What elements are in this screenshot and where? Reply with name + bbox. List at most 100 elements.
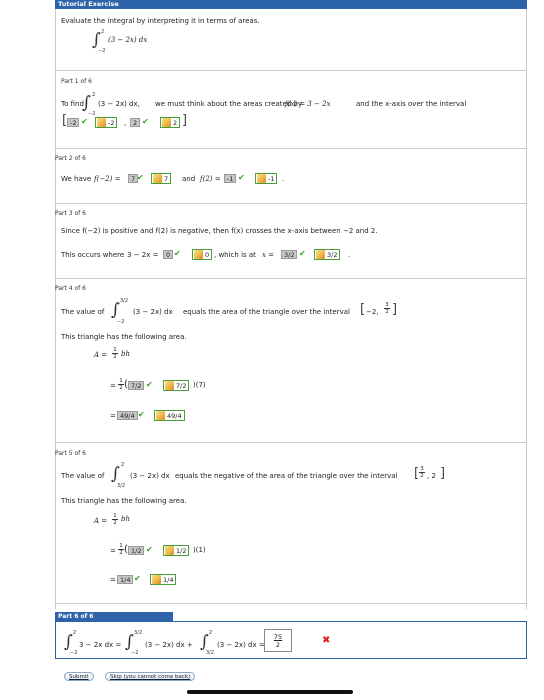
prompt-text: Evaluate the integral by interpreting it…: [61, 17, 260, 25]
fraction-denominator: 2: [385, 309, 389, 315]
part1-input-2[interactable]: 2: [130, 118, 141, 127]
part2-we-have: We have: [61, 175, 92, 183]
prompt-integral-sign: ∫: [92, 30, 101, 50]
part4-answer-2: 49/4: [154, 410, 185, 421]
submit-button[interactable]: Submit: [64, 672, 94, 681]
tutorial-header: Tutorial Exercise: [55, 0, 527, 9]
part4-answer-1: 7/2: [163, 380, 190, 391]
part3-answer-2-text: 3/2: [327, 250, 338, 259]
fraction-denominator: 2: [119, 385, 123, 391]
part5-integrand: (3 − 2x) dx: [130, 472, 170, 480]
prompt-lower-limit: −2: [98, 48, 106, 54]
pencil-icon: [316, 250, 325, 259]
fraction-denominator: 2: [113, 520, 117, 526]
part6-lhs-upper-limit: 2: [73, 630, 77, 636]
part3-occurs: This occurs where: [61, 251, 125, 259]
part1-answer-1-text: -2: [108, 118, 115, 127]
part5-close-bracket: ]: [440, 466, 446, 481]
check-icon: ✔: [174, 249, 181, 258]
part4-input-1[interactable]: 7/2: [128, 381, 145, 390]
skip-button[interactable]: Skip (you cannot come back): [105, 672, 196, 681]
part2-f-2: f(2) =: [200, 175, 221, 183]
equals-sign: =: [110, 412, 116, 420]
part4-the-value: The value of: [61, 308, 105, 316]
part4-integral-sign: ∫: [111, 300, 120, 320]
x-mark-icon: ✖: [322, 635, 331, 646]
part4-equals: equals the area of the triangle over the…: [183, 308, 350, 316]
part2-answer-1: 7: [151, 173, 172, 184]
check-icon: ✔: [146, 380, 153, 389]
fraction-denominator: 2: [420, 473, 424, 479]
part2-f-neg2: f(−2) =: [94, 175, 121, 183]
part4-times: )(7): [193, 381, 206, 389]
comma: ,: [124, 119, 127, 127]
check-icon: ✔: [238, 173, 245, 182]
divider: [55, 203, 527, 204]
part4-area-label: A =: [94, 351, 108, 359]
part5-answer-2-text: 1/4: [163, 575, 174, 584]
equals-sign: =: [110, 547, 116, 555]
check-icon: ✔: [299, 249, 306, 258]
divider: [55, 278, 527, 279]
part3-answer-2: 3/2: [314, 249, 341, 260]
part1-answer-2: 2: [160, 117, 181, 128]
prompt-upper-limit: 2: [101, 29, 105, 35]
part5-input-2[interactable]: 1/4: [117, 575, 134, 584]
part3-input-1[interactable]: 0: [163, 250, 174, 259]
answer-denominator: 2: [275, 640, 281, 649]
part3-answer-1-text: 0: [205, 250, 210, 259]
part2-input-2[interactable]: -1: [224, 174, 237, 183]
part5-area-label: A =: [94, 517, 108, 525]
part5-interval-right: , 2: [427, 472, 436, 480]
part2-answer-1-text: 7: [164, 174, 169, 183]
part4-triangle-text: This triangle has the following area.: [61, 333, 187, 341]
pencil-icon: [152, 575, 161, 584]
part3-expr: 3 − 2x =: [127, 251, 159, 259]
check-icon: ✔: [81, 117, 88, 126]
half-fraction: 12: [112, 347, 118, 360]
pencil-icon: [165, 381, 174, 390]
pencil-icon: [162, 118, 171, 127]
part6-answer-input[interactable]: 75 2: [264, 629, 292, 652]
period: .: [348, 251, 351, 259]
divider: [55, 70, 527, 71]
part5-lower-limit: 3/2: [117, 483, 126, 489]
check-icon: ✔: [137, 173, 144, 182]
home-indicator: [187, 690, 353, 694]
part3-x-eq: x =: [262, 251, 275, 259]
part2-answer-2: -1: [255, 173, 278, 184]
part5-triangle-text: This triangle has the following area.: [61, 497, 187, 505]
check-icon: ✔: [134, 574, 141, 583]
part5-answer-1: 1/2: [163, 545, 190, 556]
part6-lhs-lower-limit: −2: [70, 650, 78, 656]
part4-lower-limit: −2: [117, 319, 125, 325]
part6-mid-lower-limit: −2: [131, 650, 139, 656]
part6-rhs-integral-sign: ∫: [200, 632, 209, 652]
check-icon: ✔: [146, 545, 153, 554]
answer-numerator: 75: [273, 632, 283, 641]
part6-lhs-integral-sign: ∫: [64, 632, 73, 652]
part6-rhs-lower-limit: 3/2: [206, 650, 215, 656]
part5-bh: bh: [121, 515, 130, 523]
part6-mid-integrand: (3 − 2x) dx +: [145, 641, 193, 649]
part6-label: Part 6 of 6: [55, 612, 173, 621]
part3-answer-1: 0: [192, 249, 213, 260]
part1-function: f(x) = 3 − 2x: [285, 100, 331, 108]
part5-the-value: The value of: [61, 472, 105, 480]
pencil-icon: [156, 411, 165, 420]
part5-answer-1-text: 1/2: [176, 546, 187, 555]
part1-answer-2-text: 2: [173, 118, 178, 127]
period: .: [282, 175, 285, 183]
part3-input-2[interactable]: 3/2: [281, 250, 298, 259]
check-icon: ✔: [142, 117, 149, 126]
part5-integral-sign: ∫: [111, 464, 120, 484]
part5-equals: equals the negative of the area of the t…: [175, 472, 398, 480]
part1-text: we must think about the areas created by: [155, 100, 303, 108]
part4-upper-limit: 3/2: [120, 298, 129, 304]
prompt-integrand: (3 − 2x) dx: [108, 36, 148, 44]
part4-input-2[interactable]: 49/4: [117, 411, 138, 420]
part1-label: Part 1 of 6: [61, 78, 92, 85]
part1-input-1[interactable]: -2: [67, 118, 80, 127]
fraction-denominator: 2: [113, 354, 117, 360]
part5-input-1[interactable]: 1/2: [128, 546, 145, 555]
